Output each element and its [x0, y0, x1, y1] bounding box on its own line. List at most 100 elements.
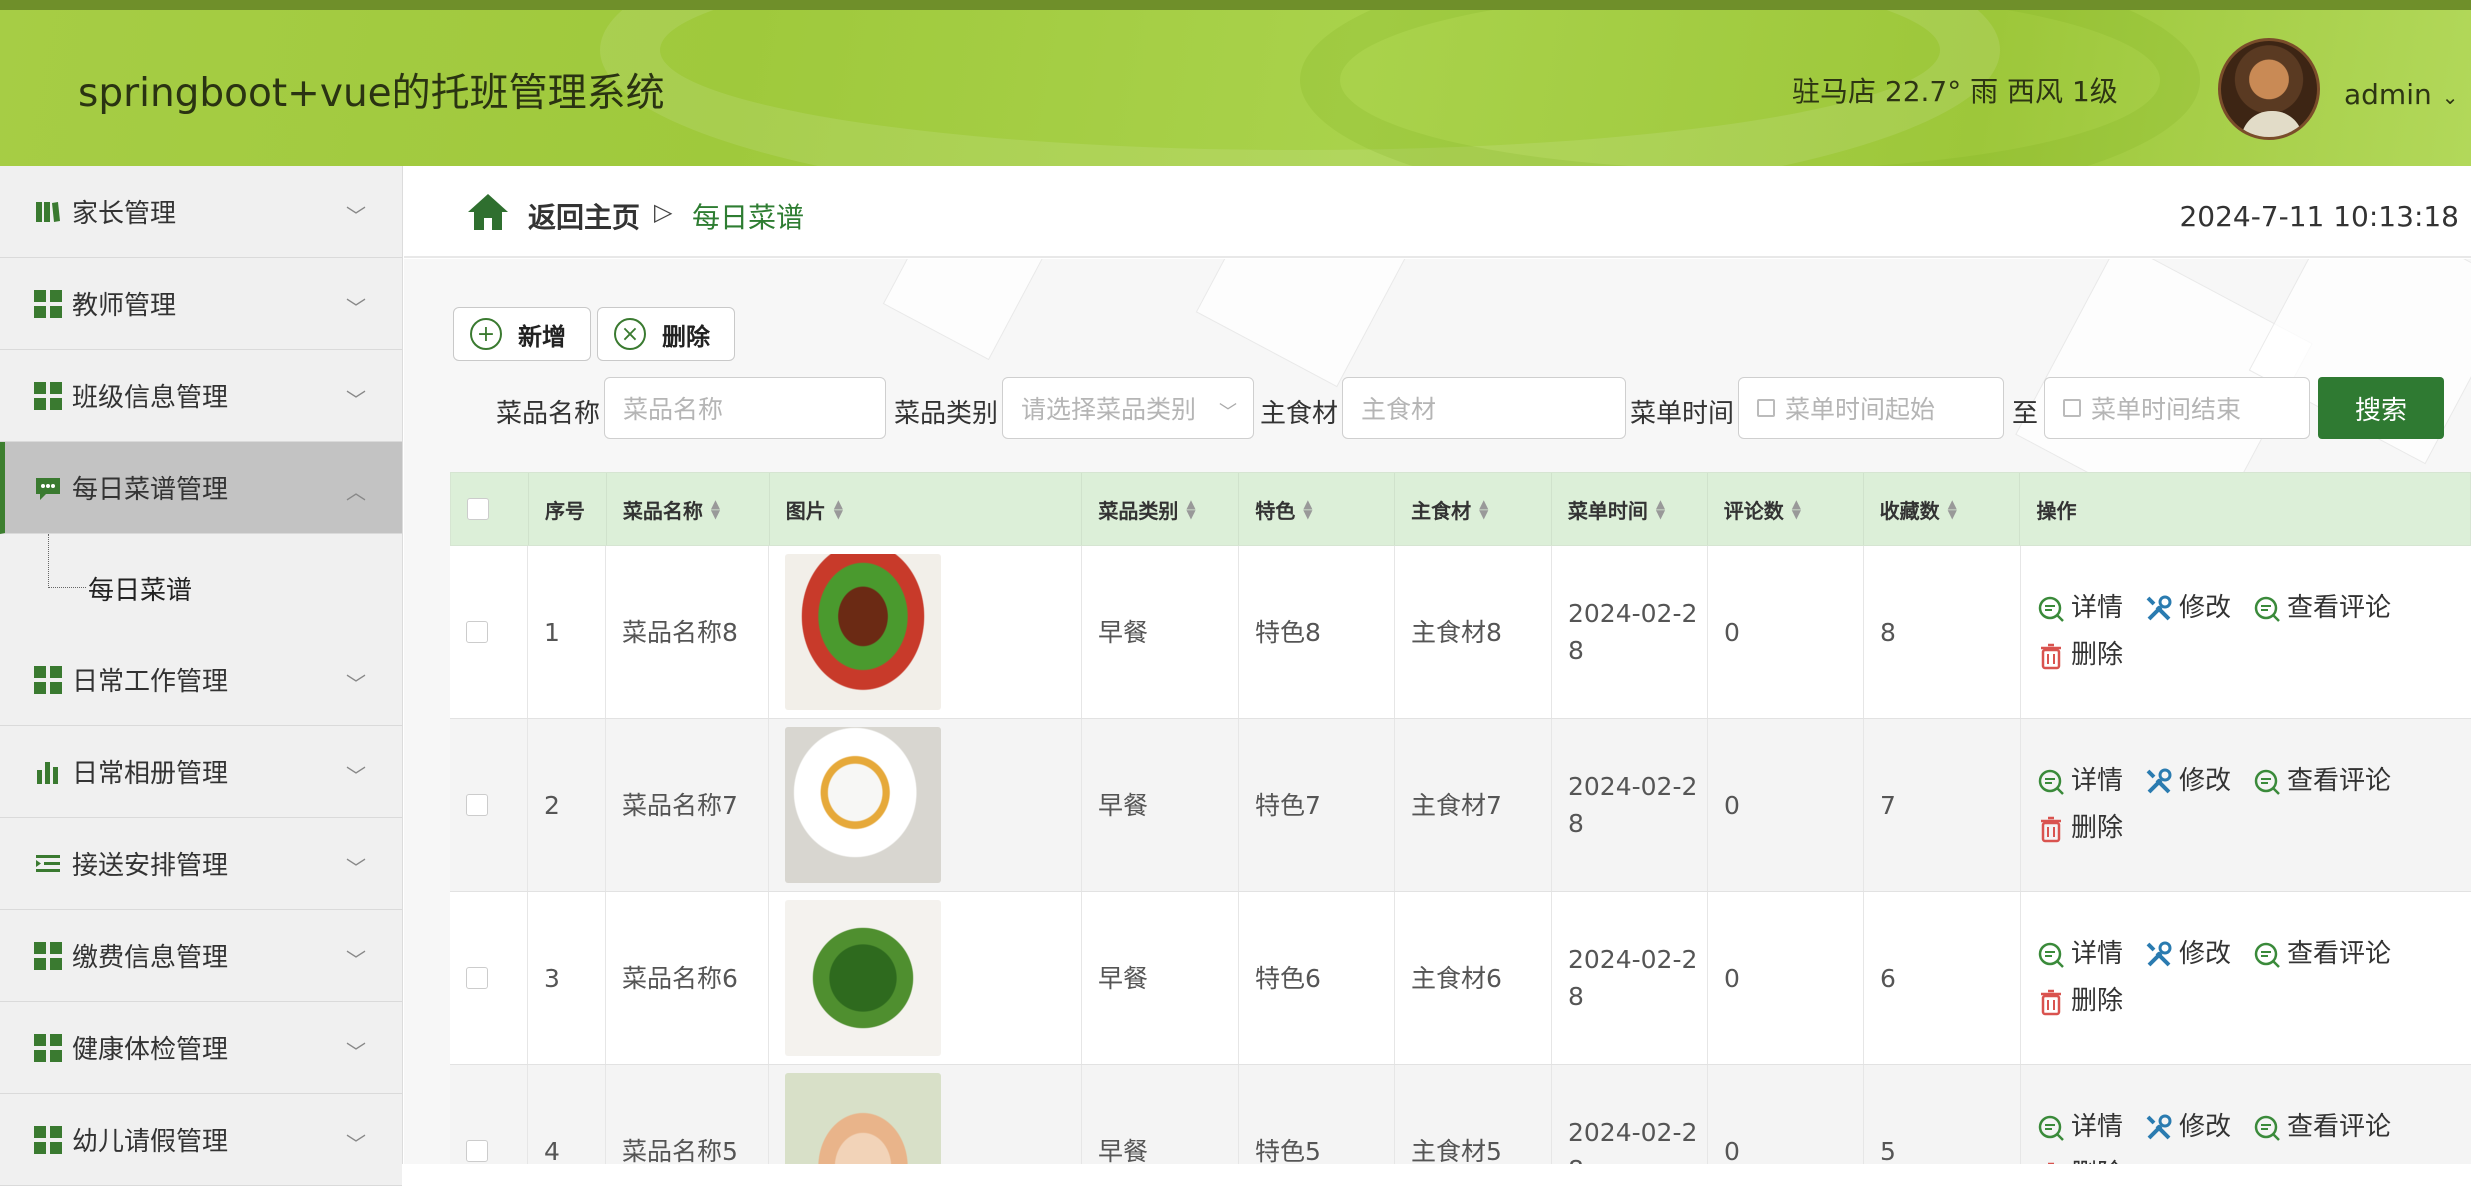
view-comments-button[interactable]: 查看评论 — [2253, 590, 2391, 627]
sidebar-item-label: 日常相册管理 — [72, 759, 229, 789]
dish-name: 菜品名称8 — [606, 546, 769, 718]
grid-icon — [34, 1125, 62, 1154]
row-checkbox[interactable] — [466, 967, 488, 989]
dish-image[interactable] — [785, 554, 941, 710]
delete-row-button[interactable]: 删除 — [2037, 983, 2123, 1020]
edit-button[interactable]: 修改 — [2145, 763, 2231, 800]
dish-image[interactable] — [785, 1073, 941, 1164]
sidebar-item-health[interactable]: 健康体检管理 ﹀ — [0, 1002, 402, 1094]
detail-button[interactable]: 详情 — [2037, 1109, 2123, 1146]
chevron-down-icon: ﹀ — [346, 204, 366, 228]
dish-name: 菜品名称6 — [606, 892, 769, 1064]
column-header[interactable]: 菜品类别 ▲ ▼ — [1082, 473, 1240, 545]
close-circle-icon: × — [614, 318, 646, 350]
row-number: 4 — [528, 1065, 606, 1164]
select-all-checkbox[interactable] — [467, 498, 489, 520]
sidebar-item-leave[interactable]: 幼儿请假管理 ﹀ — [0, 1094, 402, 1186]
column-header[interactable]: 主食材 ▲ ▼ — [1395, 473, 1552, 545]
sidebar-item-payment[interactable]: 缴费信息管理 ﹀ — [0, 910, 402, 1002]
sidebar-item-daily-work[interactable]: 日常工作管理 ﹀ — [0, 634, 402, 726]
sidebar-item-label: 接送安排管理 — [72, 851, 229, 881]
sidebar-subitem-daily-menu[interactable]: 每日菜谱 — [0, 534, 402, 634]
edit-button[interactable]: 修改 — [2145, 1109, 2231, 1146]
menu-time-start-input[interactable]: 菜单时间起始 — [1738, 377, 2004, 439]
grid-icon — [34, 665, 62, 694]
row-number: 3 — [528, 892, 606, 1064]
chevron-up-icon: ︿ — [346, 480, 366, 504]
tools-icon — [2146, 768, 2172, 793]
sort-icon[interactable]: ▲ ▼ — [1948, 498, 1957, 520]
row-number: 1 — [528, 546, 606, 718]
sidebar-item-teachers[interactable]: 教师管理 ﹀ — [0, 258, 402, 350]
sidebar-item-album[interactable]: 日常相册管理 ﹀ — [0, 726, 402, 818]
row-checkbox[interactable] — [466, 794, 488, 816]
user-menu[interactable]: admin ⌄ — [2344, 78, 2459, 111]
comment-count: 0 — [1708, 719, 1864, 891]
detail-button[interactable]: 详情 — [2037, 590, 2123, 627]
avatar[interactable] — [2218, 38, 2320, 140]
home-icon[interactable] — [466, 192, 510, 232]
detail-icon — [2038, 596, 2064, 622]
chevron-down-icon: ﹀ — [1219, 402, 1237, 423]
column-header[interactable]: 菜品名称 ▲ ▼ — [607, 473, 770, 545]
dish-feature: 特色7 — [1239, 719, 1395, 891]
search-button[interactable]: 搜索 — [2318, 377, 2444, 439]
sort-icon[interactable]: ▲ ▼ — [1186, 498, 1195, 520]
sort-icon[interactable]: ▲ ▼ — [711, 498, 720, 520]
row-checkbox[interactable] — [466, 1140, 488, 1162]
calendar-icon — [2063, 399, 2081, 417]
sidebar: 家长管理 ﹀ 教师管理 ﹀ 班级信息管理 ﹀ 每日菜谱管理 ︿ 每日菜谱 日常工… — [0, 166, 403, 1186]
sidebar-item-pickup[interactable]: 接送安排管理 ﹀ — [0, 818, 402, 910]
column-header[interactable]: 评论数 ▲ ▼ — [1708, 473, 1864, 545]
sort-icon[interactable]: ▲ ▼ — [1656, 498, 1665, 520]
username: admin — [2344, 78, 2432, 111]
sidebar-item-classes[interactable]: 班级信息管理 ﹀ — [0, 350, 402, 442]
dish-ingredient: 主食材5 — [1395, 1065, 1552, 1164]
dish-name-input[interactable]: 菜品名称 — [604, 377, 886, 439]
view-comments-button[interactable]: 查看评论 — [2253, 1109, 2391, 1146]
column-header[interactable]: 菜单时间 ▲ ▼ — [1552, 473, 1708, 545]
filter-time-label: 菜单时间 — [1630, 399, 1735, 429]
comment-count: 0 — [1708, 546, 1864, 718]
breadcrumb: 返回主页 ▷ 每日菜谱 2024-7-11 10:13:18 — [404, 166, 2471, 258]
column-header[interactable]: 收藏数 ▲ ▼ — [1864, 473, 2021, 545]
sort-icon[interactable]: ▲ ▼ — [1792, 498, 1801, 520]
table-row: 2 菜品名称7 早餐 特色7 主食材7 2024-02-28 0 7 详情 修改… — [450, 719, 2471, 892]
detail-button[interactable]: 详情 — [2037, 763, 2123, 800]
column-header[interactable]: 图片 ▲ ▼ — [770, 473, 1083, 545]
main-ingredient-input[interactable]: 主食材 — [1342, 377, 1626, 439]
sidebar-item-label: 缴费信息管理 — [72, 943, 229, 973]
chat-icon — [34, 474, 62, 502]
sort-icon[interactable]: ▲ ▼ — [1303, 498, 1312, 520]
dish-image[interactable] — [785, 727, 941, 883]
detail-button[interactable]: 详情 — [2037, 936, 2123, 973]
delete-button[interactable]: × 删除 — [597, 307, 735, 361]
dish-category-select[interactable]: 请选择菜品类别 ﹀ — [1002, 377, 1254, 439]
favorite-count: 8 — [1864, 546, 2021, 718]
column-header[interactable]: 特色 ▲ ▼ — [1239, 473, 1396, 545]
breadcrumb-home-link[interactable]: 返回主页 — [528, 196, 640, 236]
dish-image[interactable] — [785, 900, 941, 1056]
sort-icon[interactable]: ▲ ▼ — [834, 498, 843, 520]
sort-icon[interactable]: ▲ ▼ — [1479, 498, 1488, 520]
sidebar-item-label: 日常工作管理 — [72, 667, 229, 697]
grid-icon — [34, 289, 62, 318]
view-comments-button[interactable]: 查看评论 — [2253, 763, 2391, 800]
add-button[interactable]: + 新增 — [453, 307, 591, 361]
menu-time-end-input[interactable]: 菜单时间结束 — [2044, 377, 2310, 439]
delete-row-button[interactable]: 删除 — [2037, 637, 2123, 674]
edit-button[interactable]: 修改 — [2145, 590, 2231, 627]
trash-icon — [2041, 816, 2061, 842]
edit-button[interactable]: 修改 — [2145, 936, 2231, 973]
sidebar-item-parents[interactable]: 家长管理 ﹀ — [0, 166, 402, 258]
row-number: 2 — [528, 719, 606, 891]
dish-name: 菜品名称7 — [606, 719, 769, 891]
sidebar-item-label: 家长管理 — [72, 199, 177, 229]
sidebar-item-daily-menu[interactable]: 每日菜谱管理 ︿ — [0, 442, 402, 534]
favorite-count: 5 — [1864, 1065, 2021, 1164]
comment-search-icon — [2254, 769, 2280, 795]
delete-row-button[interactable]: 删除 — [2037, 1156, 2123, 1164]
delete-row-button[interactable]: 删除 — [2037, 810, 2123, 847]
view-comments-button[interactable]: 查看评论 — [2253, 936, 2391, 973]
row-checkbox[interactable] — [466, 621, 488, 643]
